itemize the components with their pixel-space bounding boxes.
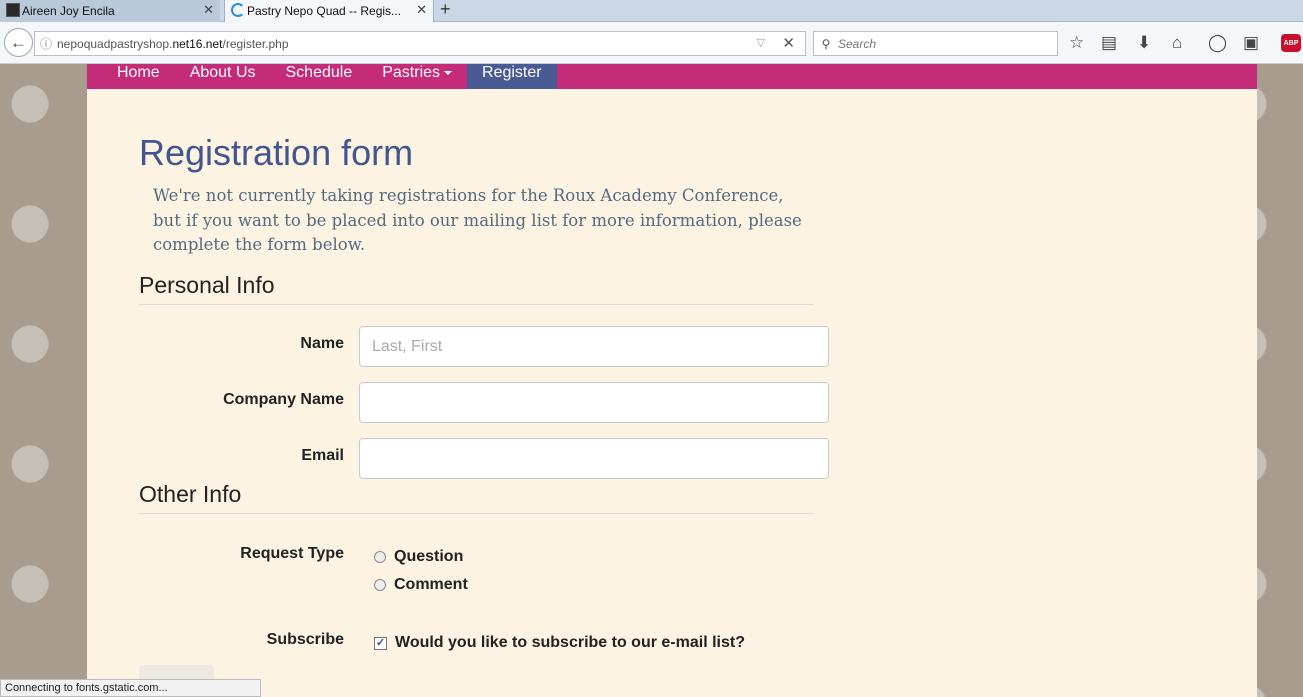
nav-pastries[interactable]: Pastries <box>367 64 467 89</box>
page-viewport: Home About Us Schedule Pastries Register… <box>0 64 1303 697</box>
close-tab-icon[interactable]: ✕ <box>203 2 214 18</box>
nav-register[interactable]: Register <box>467 64 557 89</box>
search-bar[interactable]: ⚲ Search <box>813 31 1058 56</box>
nav-home[interactable]: Home <box>87 64 175 89</box>
tab-title: Aireen Joy Encila <box>22 4 115 18</box>
radio-comment[interactable] <box>374 579 386 591</box>
other-info-heading: Other Info <box>139 481 814 514</box>
back-button[interactable]: ← <box>4 28 33 57</box>
adblock-icon[interactable]: ABP <box>1281 34 1301 52</box>
company-name-input[interactable] <box>359 382 829 423</box>
url-prefix: nepoquadpastryshop. <box>57 36 173 51</box>
search-icon: ⚲ <box>821 36 831 51</box>
company-name-label: Company Name <box>223 391 344 408</box>
subscribe-checkbox[interactable]: ✓ <box>374 636 387 650</box>
history-dropdown-icon[interactable]: ▽ <box>757 36 765 49</box>
url-path: /register.php <box>222 36 289 51</box>
loading-spinner-icon <box>231 3 245 17</box>
chat-icon[interactable]: ◯ <box>1208 33 1227 53</box>
new-tab-button[interactable]: + <box>440 0 451 20</box>
subscribe-option[interactable]: ✓ Would you like to subscribe to our e-m… <box>374 634 745 652</box>
option-label: Question <box>394 548 464 565</box>
name-input[interactable] <box>359 326 829 367</box>
downloads-icon[interactable]: ⬇ <box>1137 33 1151 53</box>
browser-toolbar: ← ⓘ nepoquadpastryshop. net16.net/registe… <box>0 22 1303 64</box>
browser-tab-aireen[interactable]: Aireen Joy Encila ✕ <box>0 0 220 22</box>
subscribe-text: Would you like to subscribe to our e-mai… <box>395 634 745 651</box>
page-content: Home About Us Schedule Pastries Register… <box>87 64 1257 697</box>
email-input[interactable] <box>359 438 829 479</box>
status-bar: Connecting to fonts.gstatic.com... <box>0 679 261 697</box>
bookmark-star-icon[interactable]: ☆ <box>1069 33 1084 53</box>
site-navigation: Home About Us Schedule Pastries Register <box>87 64 1257 89</box>
stop-loading-icon[interactable]: ✕ <box>782 34 795 52</box>
dropdown-caret-icon <box>444 70 453 75</box>
tab-strip: Aireen Joy Encila ✕ Pastry Nepo Quad -- … <box>0 0 1303 22</box>
page-title: Registration form <box>139 132 414 173</box>
pocket-icon[interactable]: ▣ <box>1243 33 1259 53</box>
url-bar[interactable]: ⓘ nepoquadpastryshop. net16.net/register.… <box>34 31 806 56</box>
option-label: Comment <box>394 576 468 593</box>
request-type-label: Request Type <box>240 545 344 562</box>
reading-list-icon[interactable]: ▤ <box>1101 33 1117 53</box>
site-info-icon[interactable]: ⓘ <box>35 35 57 52</box>
profile-favicon-icon <box>6 3 20 17</box>
tab-title: Pastry Nepo Quad -- Regis... <box>247 4 402 18</box>
search-placeholder: Search <box>838 36 877 51</box>
request-option-comment[interactable]: Comment <box>374 576 468 594</box>
request-option-question[interactable]: Question <box>374 548 463 566</box>
subscribe-label: Subscribe <box>266 631 344 648</box>
nav-schedule[interactable]: Schedule <box>271 64 368 89</box>
home-icon[interactable]: ⌂ <box>1172 33 1182 53</box>
personal-info-heading: Personal Info <box>139 272 814 305</box>
nav-about-us[interactable]: About Us <box>175 64 271 89</box>
close-tab-icon[interactable]: ✕ <box>416 2 427 18</box>
name-label: Name <box>300 335 344 352</box>
email-label: Email <box>301 447 344 464</box>
back-arrow-icon: ← <box>10 32 27 52</box>
radio-question[interactable] <box>374 551 386 563</box>
intro-text: We're not currently taking registrations… <box>153 186 802 254</box>
nav-pastries-label: Pastries <box>382 64 441 81</box>
url-host: net16.net <box>172 36 223 51</box>
browser-tab-register[interactable]: Pastry Nepo Quad -- Regis... ✕ <box>224 0 434 22</box>
